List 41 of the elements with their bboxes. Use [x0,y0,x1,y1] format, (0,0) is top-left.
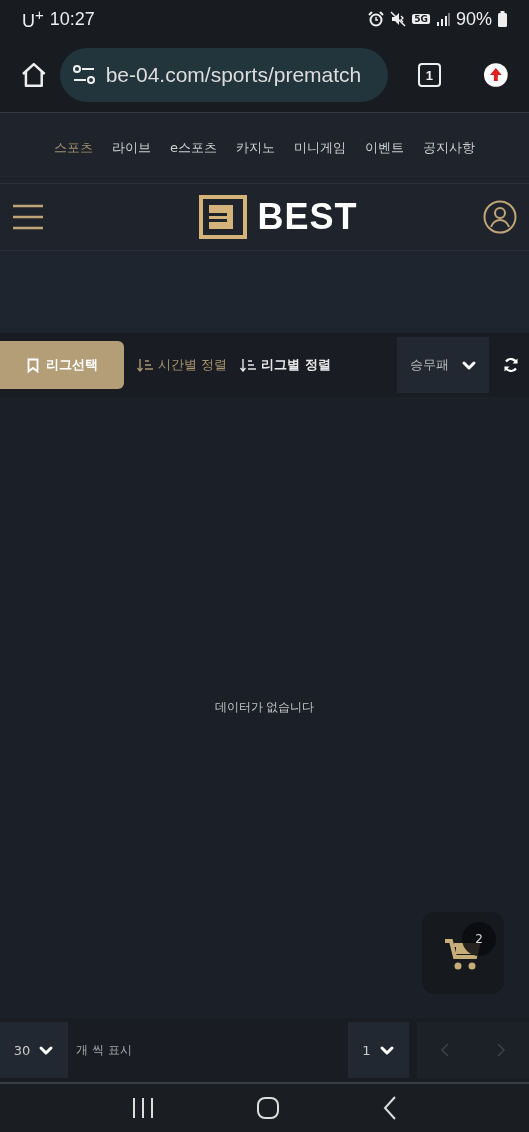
page-dropdown[interactable]: 1 [348,1022,409,1078]
battery-percent: 90% [455,8,492,30]
empty-message: 데이터가 없습니다 [214,699,315,716]
nav-tab[interactable]: 스포츠 [54,139,93,157]
nav-tab[interactable]: 공지사항 [423,139,475,157]
carrier-label: U$^{+}$ [22,6,44,32]
address-field[interactable]: be-04.com/sports/prematch [59,48,388,102]
back-icon[interactable] [382,1096,399,1120]
nav-tab[interactable]: 이벤트 [365,139,404,157]
settings-sliders-icon [71,65,96,85]
cart-button[interactable]: 2 [422,912,504,994]
sort-icon [240,358,257,372]
chevron-left-icon [440,1043,450,1057]
network-label: 5G [412,14,430,24]
nav-tab[interactable]: 미니게임 [294,139,346,157]
per-page-dropdown[interactable]: 30 [0,1022,68,1078]
home-button-icon[interactable] [256,1096,281,1120]
home-icon[interactable] [20,61,48,89]
tab-count-button[interactable]: 1 [417,63,442,87]
sort-option[interactable]: 리그별 정렬 [227,356,331,374]
signal-icon [435,12,450,26]
market-dropdown[interactable]: 승무패 [397,337,489,393]
sort-option[interactable]: 시간별 정렬 [124,356,228,374]
refresh-icon[interactable] [503,357,519,373]
per-page-label: 개 씩 표시 [76,1041,132,1059]
bookmark-icon [26,357,39,373]
logo-wordmark: BEST [257,196,358,238]
chevron-right-icon [496,1043,506,1057]
cart-count-badge: 2 [462,922,496,956]
battery-icon [498,11,507,27]
sort-icon [137,358,153,372]
clock-time: 10:27 [49,8,95,30]
user-profile-icon[interactable] [483,200,517,234]
logo-mark-icon [199,195,248,239]
recent-apps-icon[interactable] [130,1097,155,1119]
nav-tab[interactable]: 카지노 [236,139,275,157]
nav-tab[interactable]: e스포츠 [170,139,217,157]
mute-icon [390,11,407,27]
nav-tab[interactable]: 라이브 [112,139,151,157]
menu-icon[interactable] [12,203,44,231]
alarm-icon [368,11,385,27]
